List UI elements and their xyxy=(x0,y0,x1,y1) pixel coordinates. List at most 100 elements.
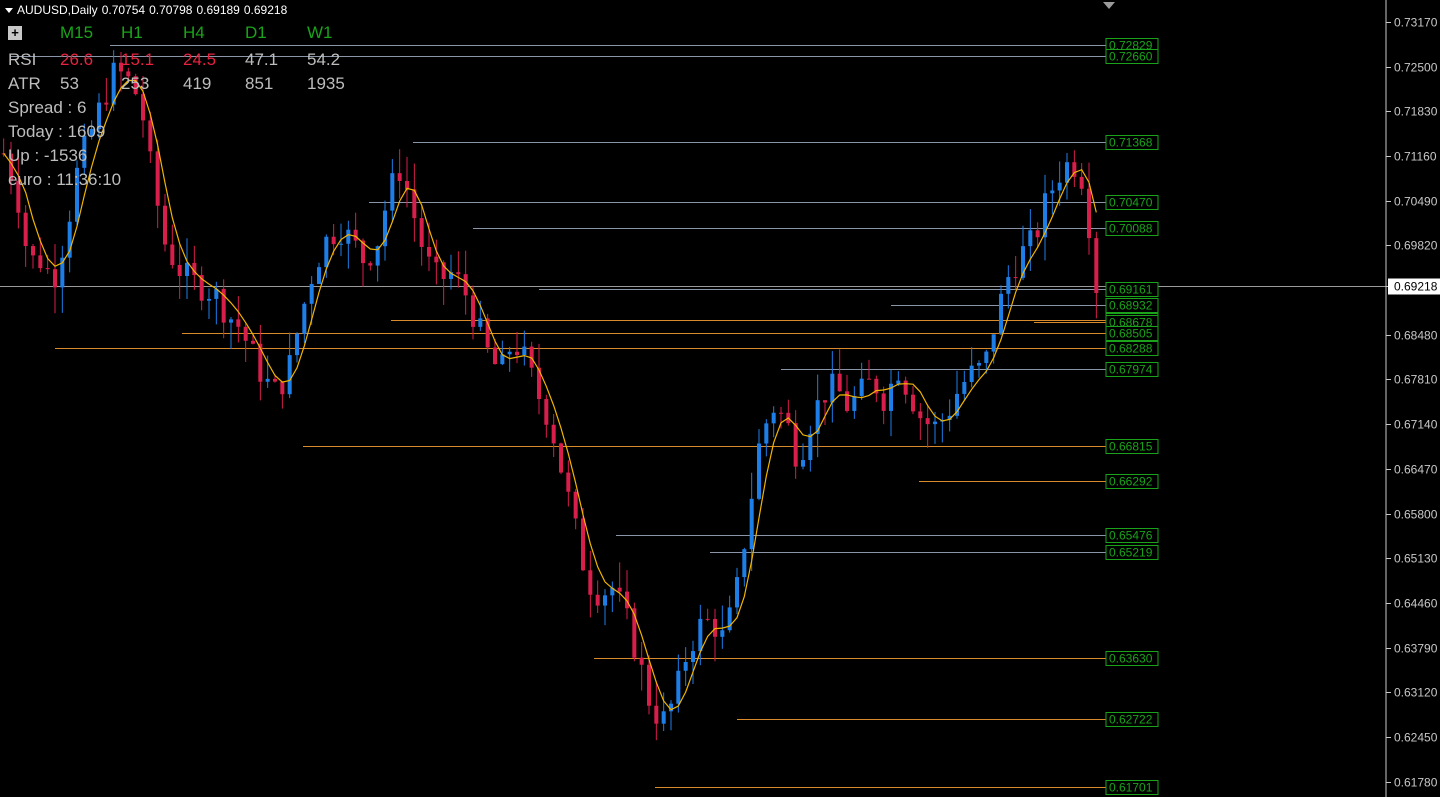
level-label: 0.65476 xyxy=(1109,529,1153,543)
candle-body xyxy=(426,246,432,257)
bear-candle xyxy=(573,488,578,530)
bull-candle xyxy=(610,581,615,613)
candle-body xyxy=(881,393,886,411)
bear-candle xyxy=(368,261,373,271)
level-label: 0.69161 xyxy=(1109,283,1153,297)
bear-candle xyxy=(404,156,410,208)
bull-candle xyxy=(382,200,388,261)
candle-body xyxy=(844,391,850,411)
candle-body xyxy=(287,355,292,395)
candle-body xyxy=(566,472,571,492)
level-label: 0.68932 xyxy=(1109,299,1153,313)
candle-body xyxy=(390,173,395,211)
bear-candle xyxy=(1079,163,1084,196)
symbol-label: AUDUSD,Daily xyxy=(17,3,98,17)
candle-body xyxy=(962,382,967,394)
low-price: 0.69189 xyxy=(196,3,240,17)
bull-candle xyxy=(206,288,212,320)
candle-body xyxy=(353,229,358,241)
candle-body xyxy=(228,319,234,323)
candle-body xyxy=(272,378,278,382)
candle-body xyxy=(1079,176,1084,189)
bull-candle xyxy=(507,346,512,372)
bear-candle xyxy=(844,374,850,413)
bull-candle xyxy=(602,589,608,626)
candle-body xyxy=(580,518,586,571)
bear-candle xyxy=(258,324,263,401)
bear-candle xyxy=(595,580,600,614)
axis-tick-label: 0.63790 xyxy=(1394,642,1438,656)
candle-body xyxy=(639,657,644,665)
dropdown-triangle-icon[interactable] xyxy=(5,7,13,13)
level-label: 0.66815 xyxy=(1109,440,1153,454)
bear-candle xyxy=(566,460,571,507)
bull-candle xyxy=(1064,152,1070,200)
bear-candle xyxy=(558,442,564,475)
candle-body xyxy=(822,400,828,403)
candle-body xyxy=(1035,230,1040,238)
expand-panel-button[interactable]: + xyxy=(8,26,22,40)
bull-candle xyxy=(764,419,769,457)
candle-body xyxy=(456,272,461,275)
candle-body xyxy=(808,433,813,461)
rsi-w1: 54.2 xyxy=(307,50,341,69)
bear-candle xyxy=(360,238,366,287)
candle-body xyxy=(368,263,373,266)
candle-body xyxy=(419,218,424,247)
bear-candle xyxy=(52,244,58,314)
candle-body xyxy=(925,418,930,425)
candle-body xyxy=(52,269,58,288)
bear-candle xyxy=(837,349,842,392)
bull-candle xyxy=(683,647,688,686)
bear-candle xyxy=(793,410,798,479)
axis-tick-label: 0.62450 xyxy=(1394,731,1438,745)
bull-candle xyxy=(1020,225,1026,281)
candle-body xyxy=(661,711,666,724)
level-labels: 0.728290.726600.713680.704700.700880.691… xyxy=(1105,38,1159,795)
bear-candle xyxy=(221,279,226,339)
candle-body xyxy=(294,333,300,356)
bull-candle xyxy=(800,443,806,470)
bear-candle xyxy=(551,414,556,458)
candle-body xyxy=(969,365,974,383)
candle-body xyxy=(38,255,43,269)
bull-candle xyxy=(522,330,527,366)
candle-body xyxy=(690,651,696,662)
bear-candle xyxy=(243,323,248,362)
bull-candle xyxy=(60,245,65,313)
candle-body xyxy=(346,229,351,244)
candle-body xyxy=(170,244,175,265)
candle-body xyxy=(140,94,146,121)
candle-body xyxy=(397,173,402,181)
candle-body xyxy=(177,264,182,276)
bear-candle xyxy=(280,381,285,409)
candle-body xyxy=(478,318,483,327)
current-price-label: 0.69218 xyxy=(1394,280,1438,294)
bear-candle xyxy=(1072,150,1077,188)
candle-body xyxy=(749,498,754,550)
candle-body xyxy=(764,423,769,444)
tf-h1: H1 xyxy=(121,23,143,42)
level-label: 0.66292 xyxy=(1109,475,1153,489)
bull-candle xyxy=(859,362,864,400)
chart-shift-icon[interactable] xyxy=(1103,2,1115,9)
price-chart[interactable]: 0.73170 0.72500 0.71830 0.71160 0.70490 0.698… xyxy=(0,0,1440,797)
candle-body xyxy=(896,380,901,384)
candle-body xyxy=(932,421,938,425)
candle-body xyxy=(1013,277,1018,279)
candle-body xyxy=(778,412,784,414)
rsi-h1: 15.1 xyxy=(121,50,155,69)
candle-body xyxy=(654,705,659,724)
bull-candle xyxy=(976,360,982,378)
bear-candle xyxy=(624,570,630,620)
bear-candle xyxy=(104,77,109,111)
axis-tick-label: 0.72500 xyxy=(1394,61,1438,75)
candle-body xyxy=(338,243,344,245)
candle-body xyxy=(837,373,842,392)
candle-body xyxy=(910,394,916,412)
level-label: 0.71368 xyxy=(1109,136,1153,150)
candle-body xyxy=(155,151,160,206)
candle-body xyxy=(984,351,989,363)
bear-candle xyxy=(712,608,718,662)
candle-body xyxy=(162,205,168,245)
